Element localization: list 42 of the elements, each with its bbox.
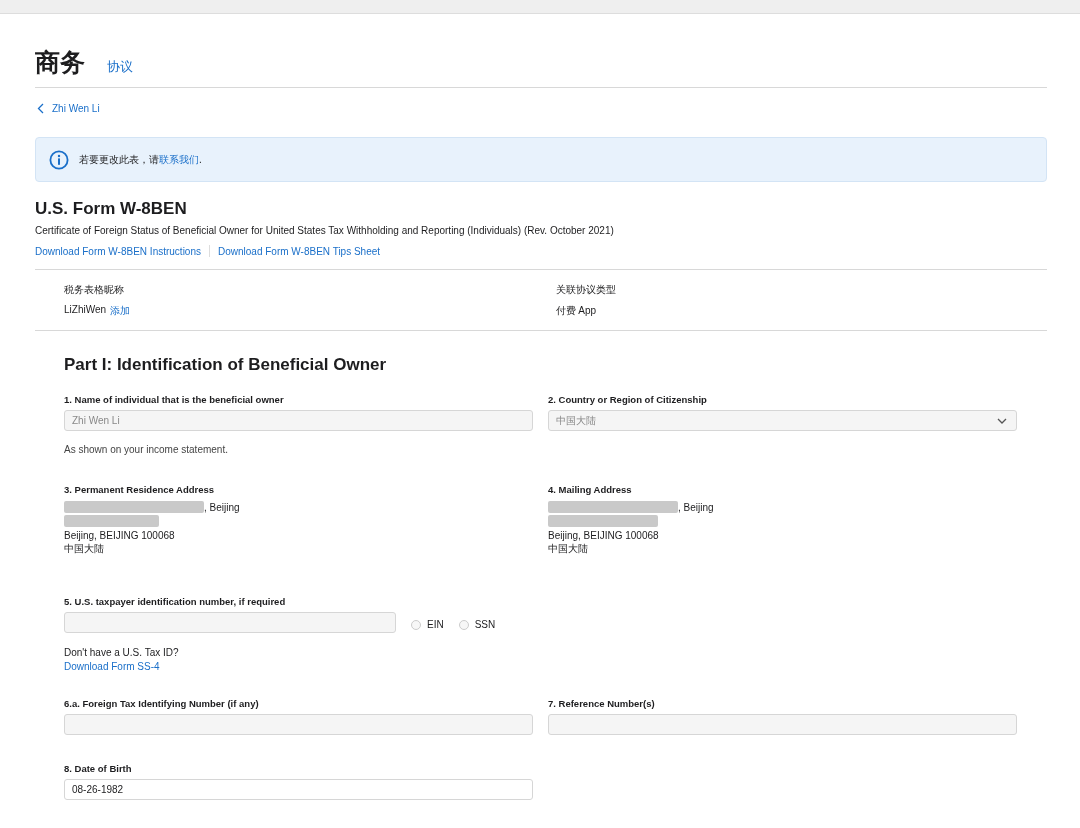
- address-line: , Beijing: [678, 501, 714, 513]
- address-line: Beijing, BEIJING 100068: [64, 528, 176, 542]
- field-label: 6.a. Foreign Tax Identifying Number (if any): [64, 698, 260, 709]
- radio-button[interactable]: [458, 619, 469, 630]
- field-label: 3. Permanent Residence Address: [64, 484, 216, 495]
- field-label: 5. U.S. taxpayer identification number, if required: [64, 596, 287, 607]
- radio-label: SSN: [474, 619, 496, 630]
- address-line: Beijing, BEIJING 100068: [548, 528, 660, 542]
- meta-label: 关联协议类型: [555, 283, 617, 297]
- form-subtitle: Certificate of Foreign Status of Beneficial Owner for United States Tax Withholding and Reporting (Individuals) (Rev. October 2021): [35, 225, 615, 236]
- field-label: 4. Mailing Address: [548, 484, 633, 495]
- chevron-down-icon: [997, 417, 1007, 424]
- meta-value: 付费 App: [555, 304, 597, 318]
- download-link[interactable]: Download Form W-8BEN Tips Sheet: [218, 245, 381, 257]
- meta-label: 税务表格昵称: [64, 283, 125, 297]
- download-link[interactable]: Download Form W-8BEN Instructions: [35, 245, 201, 257]
- foreign-tin-field[interactable]: [64, 714, 533, 735]
- page-title: 商务: [35, 47, 85, 77]
- field-label: 2. Country or Region of Citizenship: [548, 394, 708, 405]
- agreements-tab[interactable]: 协议: [107, 57, 133, 77]
- address-line: 中国大陆: [64, 542, 105, 556]
- form-title: U.S. Form W-8BEN: [35, 199, 188, 219]
- field-label: 1. Name of individual that is the beneficial owner: [64, 394, 285, 405]
- section-title: Part I: Identification of Beneficial Owner: [64, 355, 388, 375]
- address-line: , Beijing: [204, 501, 240, 513]
- meta-value: LiZhiWen: [64, 304, 107, 317]
- reference-field[interactable]: [548, 714, 1017, 735]
- back-icon[interactable]: [37, 103, 44, 114]
- tin-field[interactable]: [64, 612, 396, 633]
- field-label: 8. Date of Birth: [64, 763, 133, 774]
- add-link[interactable]: 添加: [110, 304, 131, 318]
- notice-text: 若要更改此表，请联系我们.: [79, 152, 202, 167]
- field-label: 7. Reference Number(s): [548, 698, 656, 709]
- tax-id-note: Don't have a U.S. Tax ID?: [64, 647, 180, 658]
- download-link[interactable]: Download Form SS-4: [64, 661, 160, 672]
- birth-date-field[interactable]: 08-26-1982: [64, 779, 533, 800]
- address-line: 中国大陆: [548, 542, 589, 556]
- radio-button[interactable]: [411, 619, 421, 630]
- field-hint: As shown on your income statement.: [64, 444, 229, 455]
- info-icon: [49, 149, 69, 170]
- back-link[interactable]: Zhi Wen Li: [52, 103, 100, 114]
- radio-label: EIN: [427, 619, 444, 630]
